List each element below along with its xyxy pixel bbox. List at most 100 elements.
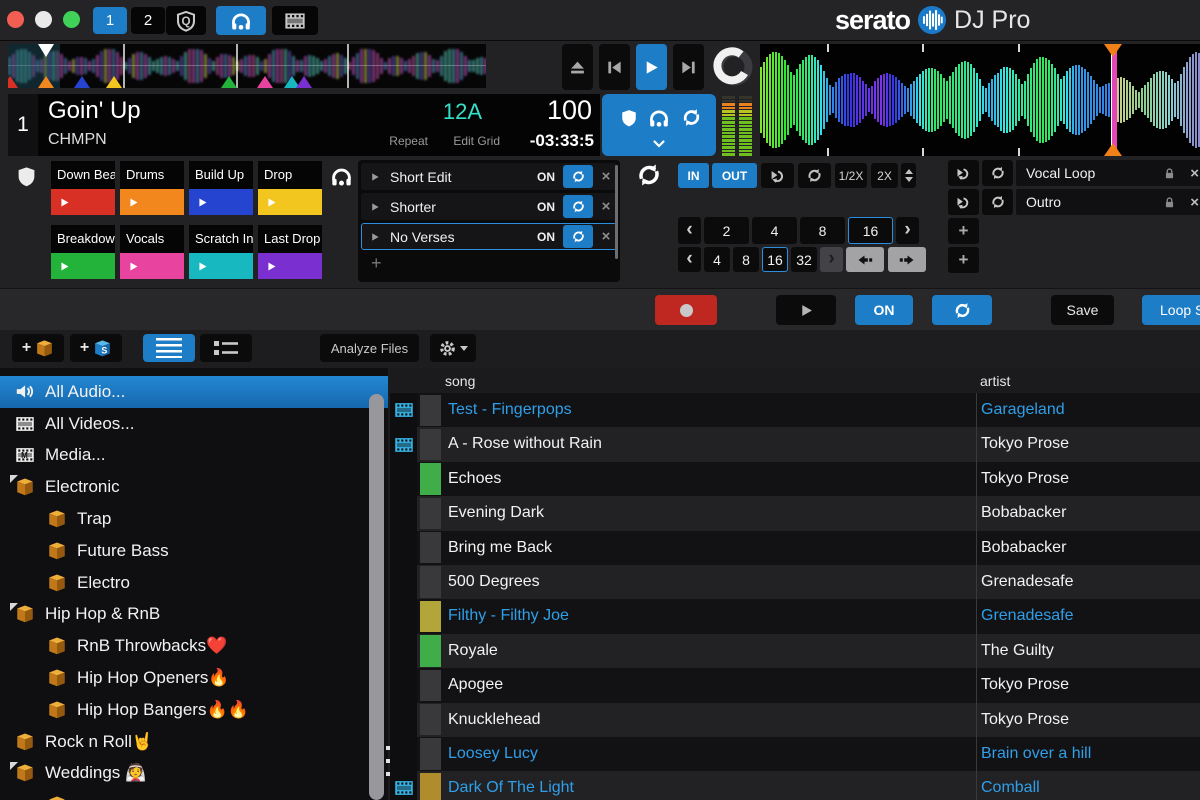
cue-panel-button[interactable] [216,6,266,35]
saved-loop-delete-button[interactable]: × [1190,194,1199,211]
on-button[interactable]: ON [855,295,913,325]
window-zoom-button[interactable] [63,11,80,28]
sample-play-button[interactable] [776,295,836,325]
cue-pad-trigger[interactable] [120,189,184,215]
loop-slot-delete-button[interactable]: × [596,228,616,245]
beatjump-32-button[interactable]: 32 [791,247,817,272]
loop-slot-delete-button[interactable]: × [596,198,616,215]
loop-double-button[interactable]: 2X [871,163,898,188]
add-crate-button[interactable]: + [12,334,64,362]
cue-pad[interactable]: Down Beat [51,161,115,215]
sidebar-item[interactable]: All Audio... [0,376,388,408]
beatjump-larger-button[interactable]: › [820,247,843,272]
overview-cue-marker[interactable] [296,76,312,88]
track-row[interactable]: Royale The Guilty [390,634,1200,668]
saved-loop-bar[interactable]: Outro × [1016,189,1200,215]
expand-triangle-icon[interactable] [10,475,18,483]
loop-slot-sync-button[interactable] [563,225,593,248]
loop-play-button[interactable] [370,172,380,182]
beatjump-16-button[interactable]: 16 [762,247,788,272]
sidebar-scrollbar[interactable] [369,394,384,800]
overview-cue-marker[interactable] [257,76,273,88]
analyze-files-button[interactable]: Analyze Files [320,334,419,362]
saved-loop-bar[interactable]: Vocal Loop × [1016,160,1200,186]
repeat-label[interactable]: Repeat [389,134,428,148]
beatjump-smaller-button[interactable]: ‹ [678,247,701,272]
eject-button[interactable] [562,44,593,90]
add-saved-loop-button[interactable]: + [948,218,979,244]
prepare-view-button[interactable] [200,334,252,362]
loop-out-button[interactable]: OUT [712,163,757,188]
sidebar-item[interactable] [0,789,388,800]
cue-pad-trigger[interactable] [51,189,115,215]
track-row[interactable]: Loosey Lucy Brain over a hill [390,737,1200,771]
sidebar-item[interactable]: Trap [0,503,388,535]
cue-pad[interactable]: Drop [258,161,322,215]
autoloop-8-button[interactable]: 8 [800,217,845,244]
cue-pad-trigger[interactable] [120,253,184,279]
autoloop-larger-button[interactable]: › [896,217,919,244]
save-button[interactable]: Save [1051,295,1114,325]
sidebar-item[interactable]: Electro [0,567,388,599]
add-smart-crate-button[interactable]: + [70,334,122,362]
loop-toggle-button[interactable] [798,163,831,188]
expand-triangle-icon[interactable] [10,762,18,770]
expand-triangle-icon[interactable] [10,603,18,611]
sidebar-item[interactable]: All Videos... [0,408,388,440]
chevron-down-icon[interactable] [651,136,667,152]
window-close-button[interactable] [7,11,24,28]
track-row[interactable]: A - Rose without Rain Tokyo Prose [390,427,1200,461]
track-row[interactable]: Bring me Back Bobabacker [390,531,1200,565]
sidebar-item[interactable]: Hip Hop Bangers🔥🔥 [0,694,388,726]
loop-slot-delete-button[interactable]: × [596,168,616,185]
loop-slot-row[interactable]: No Verses ON × [361,223,617,250]
loop-slot-row[interactable]: Short Edit ON × [361,163,617,190]
sync-button[interactable] [932,295,992,325]
cue-pad[interactable]: Vocals [120,225,184,279]
list-view-button[interactable] [143,334,195,362]
sidebar-item[interactable]: Hip Hop & RnB [0,599,388,631]
autoloop-16-button[interactable]: 16 [848,217,893,244]
loop-size-spinner[interactable] [901,163,916,188]
track-row[interactable]: Dark Of The Light Comball [390,771,1200,800]
record-button[interactable] [655,295,717,325]
loop-on-state[interactable]: ON [537,170,555,184]
overview-cue-marker[interactable] [38,76,54,88]
lock-icon[interactable] [1163,167,1176,180]
loop-slot-sync-button[interactable] [563,195,593,218]
cue-pad[interactable]: Build Up [189,161,253,215]
loop-on-state[interactable]: ON [537,230,555,244]
lock-icon[interactable] [1163,196,1176,209]
track-row[interactable]: Knucklehead Tokyo Prose [390,703,1200,737]
add-saved-loop-button[interactable]: + [948,247,979,273]
spinner-down-icon[interactable] [905,177,913,182]
cue-pad[interactable]: Last Drop [258,225,322,279]
saved-loop-reloop-button[interactable] [948,160,979,186]
window-minimize-button[interactable] [35,11,52,28]
loop-in-button[interactable]: IN [678,163,709,188]
loop-on-state[interactable]: ON [537,200,555,214]
loop-half-button[interactable]: 1/2X [835,163,867,188]
track-row[interactable]: Filthy - Filthy Joe Grenadesafe [390,599,1200,633]
autoloop-2-button[interactable]: 2 [704,217,749,244]
video-panel-button[interactable] [272,6,318,35]
sidebar-item[interactable]: Weddings 👰 [0,758,388,790]
practice-mode-button[interactable] [166,6,206,35]
autoloop-smaller-button[interactable]: ‹ [678,217,701,244]
loop-play-button[interactable] [370,232,380,242]
sidebar-item[interactable]: Hip Hop Openers🔥 [0,662,388,694]
saved-loop-sync-button[interactable] [982,160,1013,186]
overview-cue-marker[interactable] [8,76,18,88]
track-row[interactable]: Echoes Tokyo Prose [390,462,1200,496]
loop-slot-row[interactable]: Shorter ON × [361,193,617,220]
loop-play-button[interactable] [370,202,380,212]
reloop-button[interactable] [761,163,794,188]
sidebar-item[interactable]: RnB Throwbacks❤️ [0,630,388,662]
deck-tab-1[interactable]: 1 [93,7,127,34]
track-row[interactable]: Evening Dark Bobabacker [390,496,1200,530]
track-row[interactable]: 500 Degrees Grenadesafe [390,565,1200,599]
tempo-knob[interactable] [711,44,757,90]
cue-pad-trigger[interactable] [258,253,322,279]
column-header-song[interactable]: song [445,373,475,389]
beatjump-forward-button[interactable] [888,247,926,272]
